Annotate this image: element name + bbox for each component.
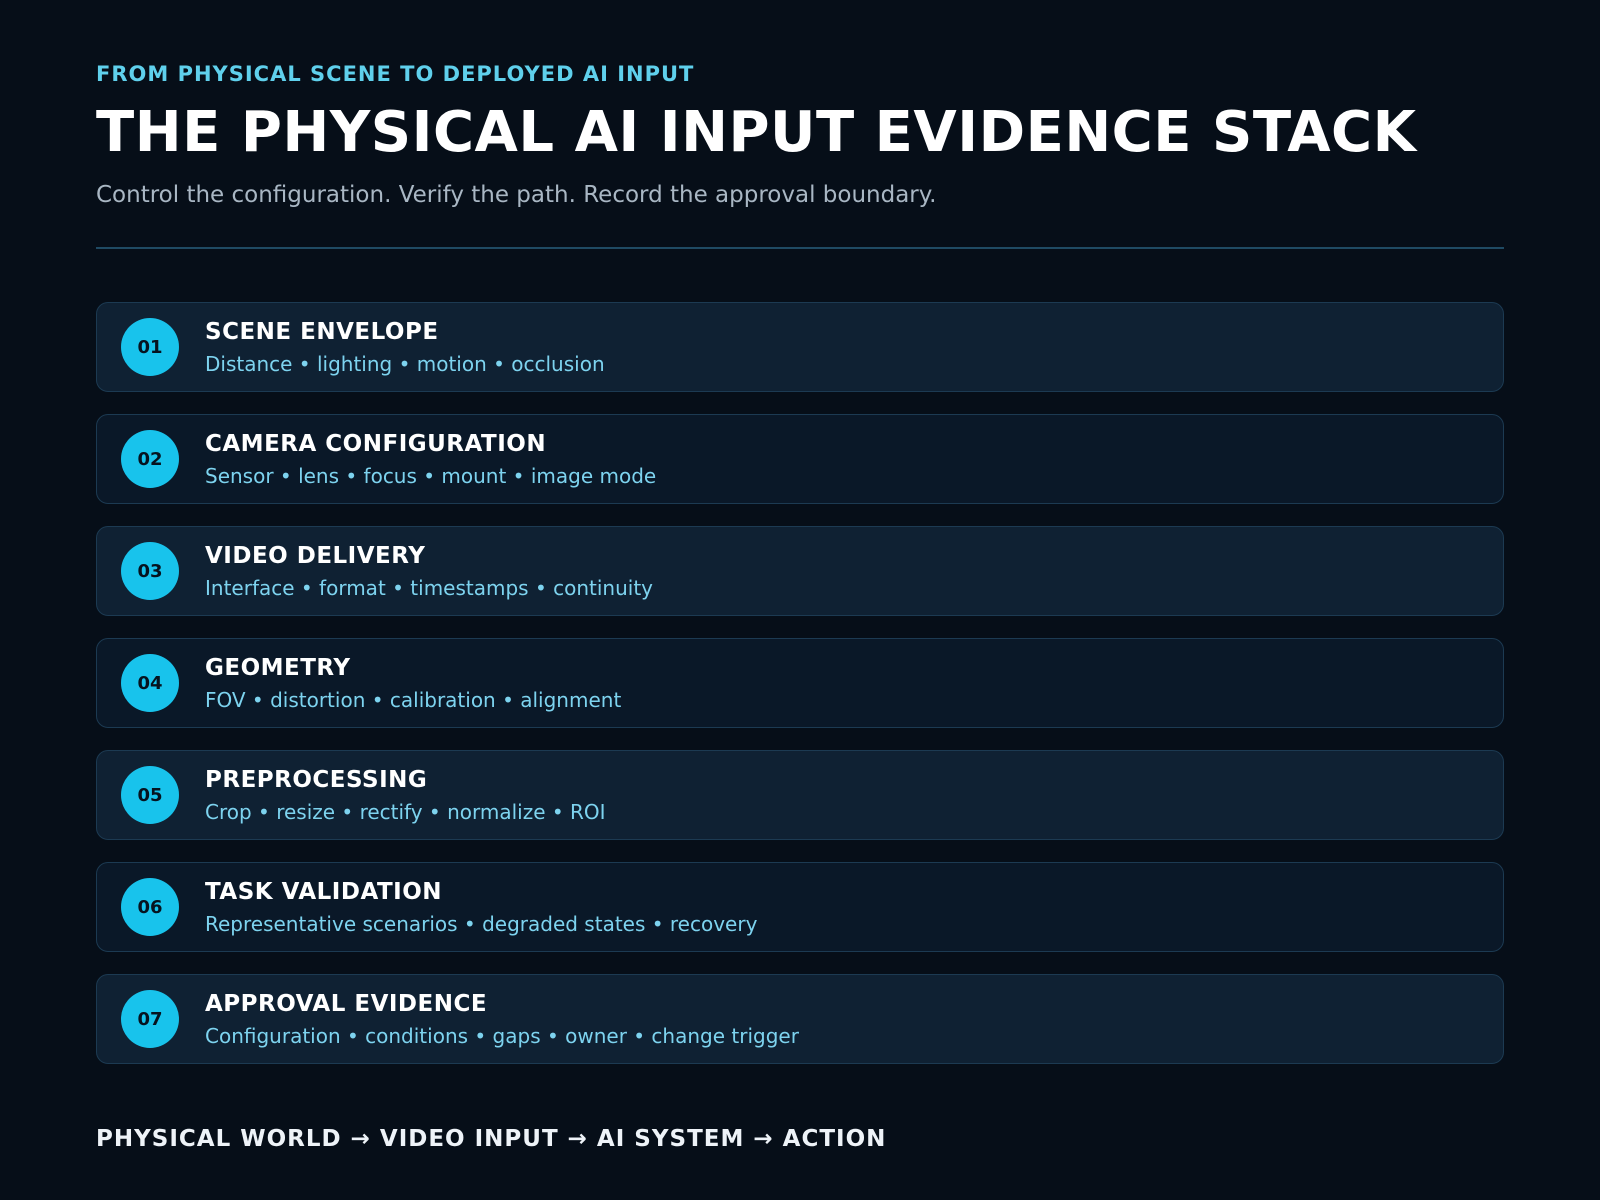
stack-layer-preprocessing: 05 PREPROCESSING Crop • resize • rectify… <box>96 750 1504 840</box>
layer-title: TASK VALIDATION <box>205 879 443 905</box>
stack-layer-geometry: 04 GEOMETRY FOV • distortion • calibrati… <box>96 638 1504 728</box>
layer-detail: Crop • resize • rectify • normalize • RO… <box>205 800 606 824</box>
layer-number-badge: 05 <box>121 766 179 824</box>
stack-layer-approval-evidence: 07 APPROVAL EVIDENCE Configuration • con… <box>96 974 1504 1064</box>
layer-detail: Interface • format • timestamps • contin… <box>205 576 653 600</box>
layer-detail: FOV • distortion • calibration • alignme… <box>205 688 622 712</box>
layer-detail: Distance • lighting • motion • occlusion <box>205 352 605 376</box>
layer-number-badge: 06 <box>121 878 179 936</box>
layer-number-badge: 02 <box>121 430 179 488</box>
layer-title: CAMERA CONFIGURATION <box>205 431 547 457</box>
layer-number-badge: 03 <box>121 542 179 600</box>
stack-layer-camera-configuration: 02 CAMERA CONFIGURATION Sensor • lens • … <box>96 414 1504 504</box>
layer-number-badge: 01 <box>121 318 179 376</box>
stack-layer-video-delivery: 03 VIDEO DELIVERY Interface • format • t… <box>96 526 1504 616</box>
stack-layer-scene-envelope: 01 SCENE ENVELOPE Distance • lighting • … <box>96 302 1504 392</box>
layer-title: VIDEO DELIVERY <box>205 543 426 569</box>
eyebrow-label: FROM PHYSICAL SCENE TO DEPLOYED AI INPUT <box>96 62 695 86</box>
page-title: THE PHYSICAL AI INPUT EVIDENCE STACK <box>96 100 1417 165</box>
layer-title: GEOMETRY <box>205 655 351 681</box>
layer-number-badge: 04 <box>121 654 179 712</box>
layer-detail: Representative scenarios • degraded stat… <box>205 912 758 936</box>
layer-number-badge: 07 <box>121 990 179 1048</box>
page-subtitle: Control the configuration. Verify the pa… <box>96 182 937 208</box>
header-divider <box>96 247 1504 249</box>
layer-title: APPROVAL EVIDENCE <box>205 991 488 1017</box>
layer-title: SCENE ENVELOPE <box>205 319 439 345</box>
layer-title: PREPROCESSING <box>205 767 428 793</box>
stack-layer-task-validation: 06 TASK VALIDATION Representative scenar… <box>96 862 1504 952</box>
layer-detail: Sensor • lens • focus • mount • image mo… <box>205 464 657 488</box>
layer-detail: Configuration • conditions • gaps • owne… <box>205 1024 799 1048</box>
evidence-stack-page: FROM PHYSICAL SCENE TO DEPLOYED AI INPUT… <box>96 0 1504 1200</box>
pipeline-flow-caption: PHYSICAL WORLD → VIDEO INPUT → AI SYSTEM… <box>96 1126 887 1152</box>
